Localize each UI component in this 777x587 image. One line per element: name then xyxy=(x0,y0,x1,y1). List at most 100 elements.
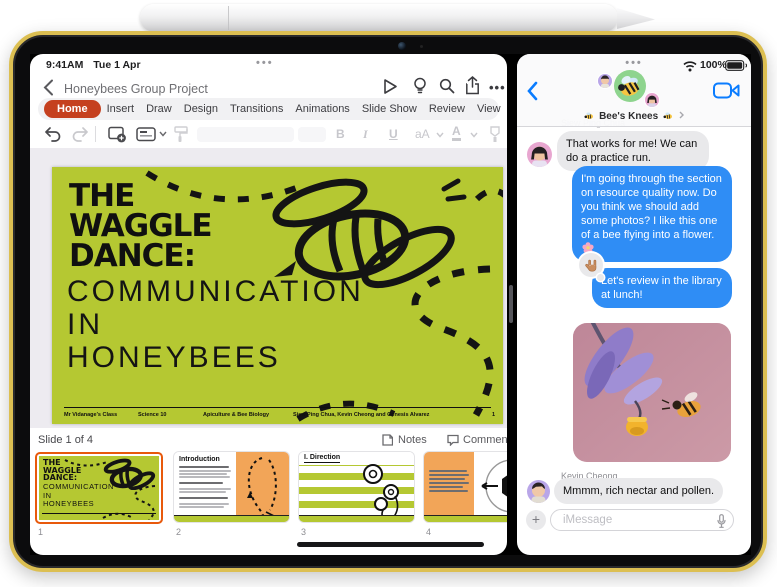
screen: 9:41AM Tue 1 Apr ••• Honeybees Group Pro… xyxy=(30,54,751,555)
pencil-seam xyxy=(228,6,229,30)
tab-transitions[interactable]: Transitions xyxy=(224,100,289,118)
message-received-2[interactable]: Mmmm, rich nectar and pollen. xyxy=(554,478,723,504)
powerpoint-app: 9:41AM Tue 1 Apr ••• Honeybees Group Pro… xyxy=(30,54,507,555)
group-avatar-bee[interactable] xyxy=(614,70,646,102)
tab-slide-show[interactable]: Slide Show xyxy=(356,100,423,118)
photo-bee-flower xyxy=(573,323,731,462)
thumbnail-number-2: 2 xyxy=(176,527,182,537)
new-slide-button[interactable] xyxy=(108,126,127,143)
stage: 9:41AM Tue 1 Apr ••• Honeybees Group Pro… xyxy=(0,0,777,587)
thumbnail-slide-2[interactable]: Introduction xyxy=(174,452,289,522)
slide-title: THE WAGGLE DANCE: xyxy=(69,178,213,274)
tab-draw[interactable]: Draw xyxy=(140,100,178,118)
tab-insert[interactable]: Insert xyxy=(101,100,141,118)
footer-class: Mr Vidanage's Class xyxy=(64,412,118,418)
back-chevron-icon[interactable] xyxy=(43,79,54,96)
tab-design[interactable]: Design xyxy=(178,100,224,118)
bold-button[interactable]: B xyxy=(336,127,345,141)
notes-icon[interactable] xyxy=(382,434,393,446)
present-play-button[interactable] xyxy=(382,78,399,95)
slide-canvas[interactable]: THE WAGGLE DANCE: COMMUNICATION IN HONEY… xyxy=(30,148,507,428)
footer-unit: Apiculture & Bee Biology xyxy=(203,412,270,418)
font-color-button[interactable]: A xyxy=(452,125,461,141)
share-icon[interactable] xyxy=(465,76,480,95)
message-sent-1[interactable]: I'm going through the section on resourc… xyxy=(572,166,732,262)
layout-chevron-down-icon[interactable] xyxy=(159,131,167,137)
tapback-tail-dot xyxy=(597,274,604,281)
back-chevron-icon[interactable] xyxy=(526,81,538,101)
mic-icon[interactable] xyxy=(717,514,726,528)
redo-icon[interactable] xyxy=(72,127,89,142)
imessage-input-wrap xyxy=(550,509,734,531)
group-name: Bee's Knees xyxy=(599,111,659,122)
thumbnail-number-3: 3 xyxy=(301,527,307,537)
thumbnail-slide-3[interactable]: I. Direction xyxy=(299,452,414,522)
status-time: 9:41AM xyxy=(46,59,84,71)
member-avatar-small-1[interactable] xyxy=(597,73,613,89)
messages-app: Siew Ping Chua ••• 100% xyxy=(517,54,751,555)
status-bar-left: 9:41AM Tue 1 Apr xyxy=(46,59,141,71)
text-size-chevron-icon[interactable] xyxy=(436,132,444,138)
avatar-kevin xyxy=(527,480,550,503)
footer-course: Science 10 xyxy=(138,412,167,418)
footer-authors: Siew Ping Chua, Kevin Cheong and Genesis… xyxy=(293,412,430,418)
tab-review[interactable]: Review xyxy=(423,100,471,118)
imessage-input[interactable] xyxy=(561,513,715,527)
bee-doodle xyxy=(272,178,467,289)
thumbnail-number-1: 1 xyxy=(38,527,44,537)
facetime-video-button[interactable] xyxy=(713,82,740,99)
apple-pencil xyxy=(140,4,618,32)
message-received-1[interactable]: That works for me! We can do a practice … xyxy=(557,131,709,171)
avatar-siew-ping xyxy=(527,142,552,167)
split-view-divider[interactable] xyxy=(509,285,513,323)
front-camera-icon xyxy=(398,42,406,50)
member-avatar-small-2[interactable] xyxy=(644,92,660,108)
slide-subtitle: COMMUNICATION IN HONEYBEES xyxy=(67,275,364,374)
direction-diagram xyxy=(481,459,507,513)
underline-button[interactable]: U xyxy=(389,127,398,141)
italic-button[interactable]: I xyxy=(363,127,368,142)
comments-button[interactable]: Comments xyxy=(463,434,507,446)
document-title: Honeybees Group Project xyxy=(64,82,208,96)
chevron-right-icon xyxy=(679,111,684,119)
tab-view[interactable]: View xyxy=(471,100,507,118)
front-sensor-icon xyxy=(420,45,423,48)
tab-animations[interactable]: Animations xyxy=(289,100,355,118)
comments-icon[interactable] xyxy=(447,434,459,446)
photo-message[interactable] xyxy=(573,323,731,462)
toolbar-divider xyxy=(95,126,96,142)
font-name-field[interactable] xyxy=(197,127,294,142)
footer-page-number: 1 xyxy=(491,412,495,418)
battery-icon xyxy=(725,60,747,71)
love-you-gesture-icon xyxy=(584,259,596,272)
thumbnail-number-4: 4 xyxy=(426,527,432,537)
ribbon-tab-bar: Home Insert Draw Design Transitions Anim… xyxy=(38,98,501,120)
message-sent-2[interactable]: Let's review in the library at lunch! xyxy=(592,268,732,308)
slide-status-row: Slide 1 of 4 Notes Comments xyxy=(30,428,507,452)
layout-button[interactable] xyxy=(136,127,156,142)
multitask-dots-left[interactable]: ••• xyxy=(256,57,274,69)
ideas-lightbulb-icon[interactable] xyxy=(413,77,427,95)
bee-emoji-icon xyxy=(584,112,594,119)
plus-button[interactable]: + xyxy=(526,510,546,530)
font-color-chevron-icon[interactable] xyxy=(470,132,478,138)
slide-counter: Slide 1 of 4 xyxy=(38,434,94,446)
undo-icon[interactable] xyxy=(44,127,61,142)
home-indicator[interactable] xyxy=(297,542,484,547)
search-icon[interactable] xyxy=(439,78,455,94)
notes-button[interactable]: Notes xyxy=(398,434,427,446)
tab-home[interactable]: Home xyxy=(44,100,101,118)
slide-1[interactable]: THE WAGGLE DANCE: COMMUNICATION IN HONEY… xyxy=(52,167,503,424)
slide-footer-rule xyxy=(64,407,491,408)
thumbnail-slide-4[interactable] xyxy=(424,452,507,522)
format-painter-icon[interactable] xyxy=(174,126,188,143)
more-options-icon[interactable]: ••• xyxy=(489,80,506,95)
group-name-row[interactable]: Bee's Knees xyxy=(517,111,751,122)
thumbnail-slide-1[interactable]: THE WAGGLE DANCE: COMMUNICATION IN HONEYBEES xyxy=(35,452,163,524)
battery-percent: 100% xyxy=(700,59,727,71)
font-size-field[interactable] xyxy=(298,127,326,142)
highlight-button[interactable] xyxy=(488,126,502,143)
status-date: Tue 1 Apr xyxy=(93,59,141,71)
bee-emoji-icon xyxy=(663,112,672,119)
text-size-button[interactable]: aA xyxy=(415,127,430,141)
